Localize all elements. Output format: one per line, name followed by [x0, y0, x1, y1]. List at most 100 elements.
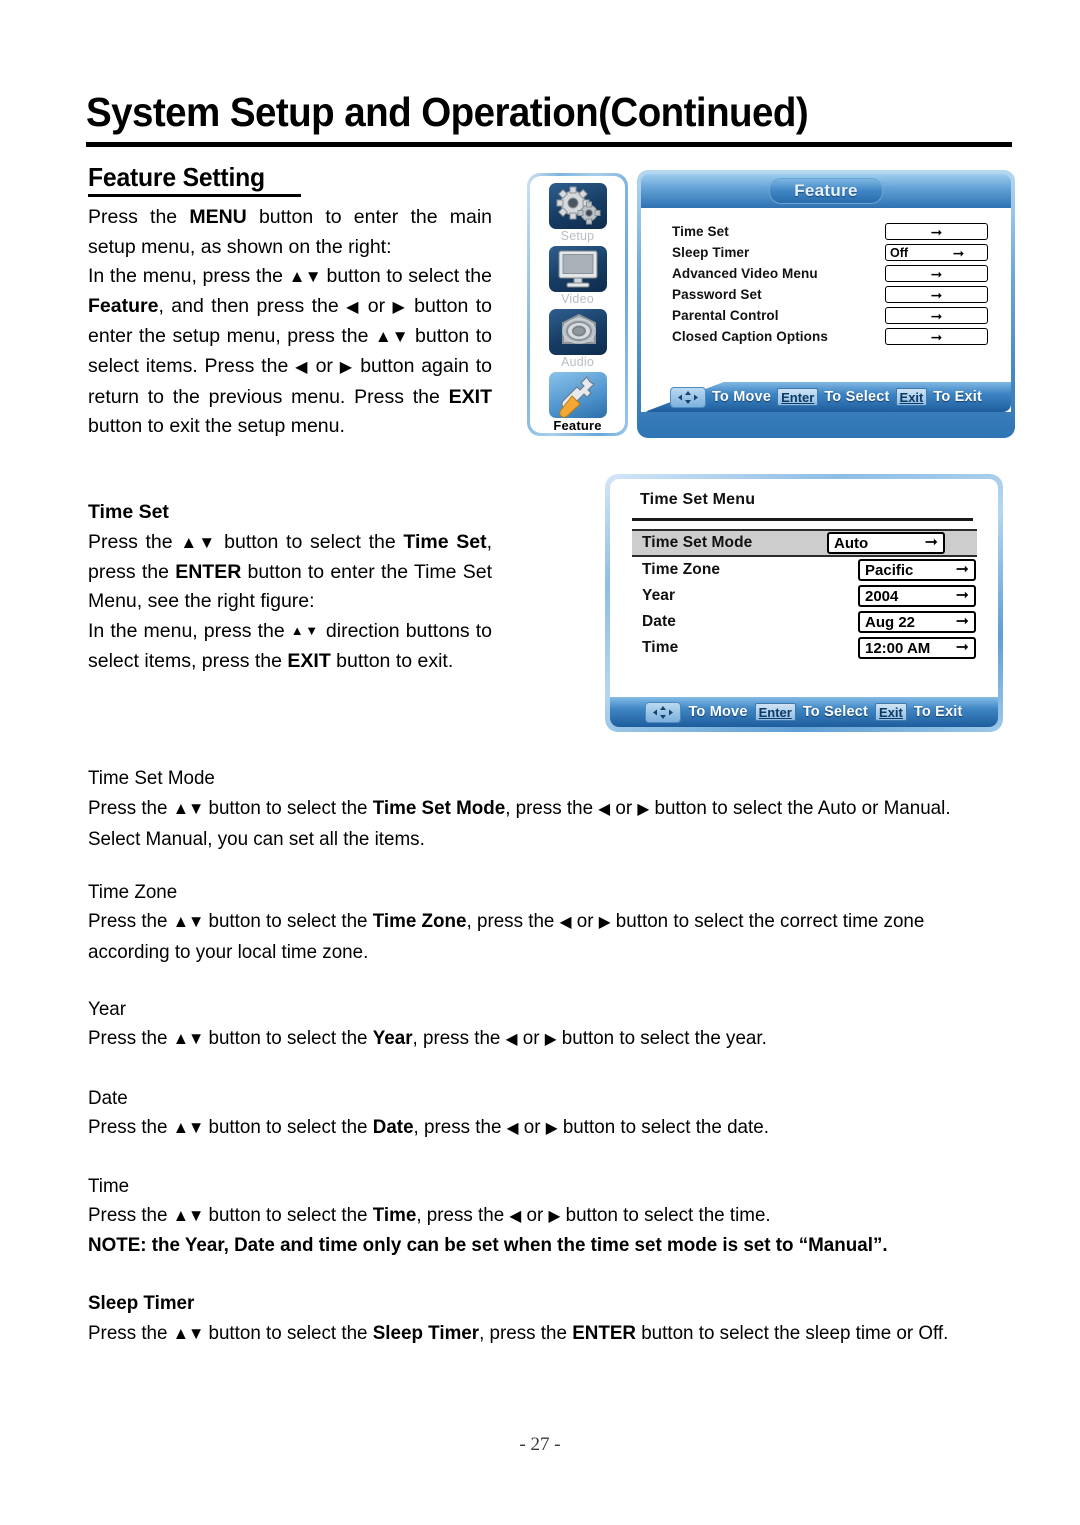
right-arrow-icon: ➞ [930, 265, 943, 282]
sidebar-item-audio[interactable]: Audio [547, 309, 609, 372]
sleep-timer-body: Press the ▲▼ button to select the Sleep … [88, 1322, 949, 1344]
subsection-heading-time-zone: Time Zone [88, 881, 178, 903]
osd-feature-title: Feature [769, 178, 883, 204]
osd-item-arrow-box[interactable]: ➞ [885, 223, 988, 240]
ts-item-label: Time Set Mode [642, 534, 753, 551]
note-text: NOTE: the Year, Date and time only can b… [88, 1234, 888, 1256]
sidebar-item-feature[interactable]: Feature [547, 372, 609, 435]
right-arrow-icon: ➞ [955, 639, 969, 656]
ts-item-label: Year [642, 587, 676, 604]
osd-item-arrow-box[interactable]: ➞ [885, 307, 988, 324]
footer-select-label: To Select [802, 704, 869, 720]
section-heading: Feature Setting [88, 162, 265, 192]
ts-item-label: Time [642, 639, 679, 656]
enter-key-badge[interactable]: Enter [754, 703, 796, 721]
dpad-icon [669, 386, 706, 408]
time-set-heading: Time Set [88, 501, 169, 523]
osd-feature-header: Feature [641, 174, 1011, 208]
right-arrow-icon: ➞ [930, 286, 943, 303]
ts-item-value-box[interactable]: 2004 ➞ [858, 585, 976, 607]
osd-time-set-panel: Time Set Menu Time Set Mode Auto ➞ Time … [610, 479, 998, 727]
ts-item-time-set-mode[interactable]: Time Set Mode Auto ➞ [632, 529, 977, 557]
footer-exit-label: To Exit [933, 389, 983, 405]
monitor-icon [548, 246, 607, 292]
ts-item-value-box[interactable]: 12:00 AM ➞ [858, 637, 976, 659]
subsection-body-time: Press the ▲▼ button to select the Time, … [88, 1204, 771, 1226]
sidebar-item-video[interactable]: Video [547, 246, 609, 309]
right-arrow-icon: ➞ [924, 534, 938, 551]
osd-time-set-list: Time Set Mode Auto ➞ Time Zone Pacific ➞… [610, 529, 998, 661]
right-arrow-icon: ➞ [930, 223, 943, 240]
subsection-body-time-set-mode: Press the ▲▼ button to select the Time S… [88, 797, 951, 850]
ts-item-time-zone[interactable]: Time Zone Pacific ➞ [610, 557, 998, 583]
title-underline [86, 142, 1012, 147]
subsection-body-year: Press the ▲▼ button to select the Year, … [88, 1027, 767, 1049]
osd-time-set-footer: To Move Enter To Select Exit To Exit [610, 697, 998, 727]
footer-select-label: To Select [824, 389, 890, 405]
ts-item-value-box[interactable]: Pacific ➞ [858, 559, 976, 581]
intro-line-2: In the menu, press the ▲▼ button to sele… [88, 265, 492, 438]
osd-time-set-title-rule [632, 518, 973, 521]
footer-move-label: To Move [688, 704, 748, 720]
osd-time-set-screenshot: Time Set Menu Time Set Mode Auto ➞ Time … [605, 474, 1003, 732]
intro-paragraph: Press the MENU button to enter the main … [88, 203, 492, 442]
sleep-timer-heading: Sleep Timer [88, 1292, 195, 1314]
osd-item-label: Time Set [672, 224, 729, 239]
page-number: - 27 - [519, 1434, 561, 1455]
osd-item-parental-control[interactable]: Parental Control ➞ [641, 305, 1011, 326]
osd-item-password-set[interactable]: Password Set ➞ [641, 284, 1011, 305]
enter-key-badge[interactable]: Enter [777, 388, 819, 406]
ts-item-value: 2004 [865, 587, 899, 605]
osd-time-set-title: Time Set Menu [640, 491, 756, 508]
osd-item-closed-caption-options[interactable]: Closed Caption Options ➞ [641, 326, 1011, 347]
osd-item-time-set[interactable]: Time Set ➞ [641, 221, 1011, 242]
osd-item-advanced-video-menu[interactable]: Advanced Video Menu ➞ [641, 263, 1011, 284]
osd-item-arrow-box[interactable]: ➞ [885, 286, 988, 303]
sidebar-label-audio: Audio [561, 355, 594, 369]
osd-item-label: Parental Control [672, 308, 779, 323]
ts-item-value: Auto [834, 534, 869, 552]
ts-item-value: 12:00 AM [865, 639, 931, 657]
osd-item-value-box[interactable]: Off ➞ [885, 244, 988, 261]
subsection-heading-time-set-mode: Time Set Mode [88, 767, 215, 789]
manual-page: System Setup and Operation(Continued) Fe… [0, 0, 1080, 1525]
right-arrow-icon: ➞ [955, 587, 969, 604]
ts-item-year[interactable]: Year 2004 ➞ [610, 583, 998, 609]
dpad-icon [645, 701, 682, 723]
ts-item-value-box[interactable]: Aug 22 ➞ [858, 611, 976, 633]
right-arrow-icon: ➞ [930, 328, 943, 345]
ts-item-label: Date [642, 613, 676, 630]
exit-key-badge[interactable]: Exit [895, 388, 928, 406]
sidebar-item-setup[interactable]: Setup [547, 183, 609, 246]
intro-line-1: Press the MENU button to enter the main … [88, 206, 493, 258]
subsection-heading-year: Year [88, 998, 127, 1020]
time-set-paragraph: Press the ▲▼ button to select the Time S… [88, 528, 492, 677]
section-heading-underline [88, 194, 301, 197]
subsection-body-date: Press the ▲▼ button to select the Date, … [88, 1116, 769, 1138]
ts-item-time[interactable]: Time 12:00 AM ➞ [610, 635, 998, 661]
osd-item-arrow-box[interactable]: ➞ [885, 265, 988, 282]
subsection-heading-date: Date [88, 1087, 128, 1109]
osd-item-value: Off [890, 245, 909, 260]
osd-item-label: Password Set [672, 287, 762, 302]
footer-move-label: To Move [711, 389, 772, 405]
exit-key-badge[interactable]: Exit [875, 703, 907, 721]
ts-item-date[interactable]: Date Aug 22 ➞ [610, 609, 998, 635]
osd-item-sleep-timer[interactable]: Sleep Timer Off ➞ [641, 242, 1011, 263]
osd-item-label: Advanced Video Menu [672, 266, 818, 281]
osd-feature-screenshot: Setup Video Audio Feature Feature Time S… [527, 170, 1015, 438]
sidebar-label-video: Video [561, 292, 594, 306]
wrench-icon [548, 372, 607, 418]
ts-item-label: Time Zone [642, 561, 721, 578]
sidebar-label-setup: Setup [560, 229, 595, 243]
osd-feature-panel: Feature Time Set ➞ Sleep Timer Off ➞ Adv… [637, 170, 1015, 438]
osd-item-arrow-box[interactable]: ➞ [885, 328, 988, 345]
ts-item-value-box[interactable]: Auto ➞ [827, 532, 945, 554]
gears-icon [548, 183, 607, 229]
ts-item-value: Pacific [865, 561, 914, 579]
speaker-icon [548, 309, 607, 355]
osd-feature-list: Time Set ➞ Sleep Timer Off ➞ Advanced Vi… [641, 208, 1011, 412]
right-arrow-icon: ➞ [955, 613, 969, 630]
page-title: System Setup and Operation(Continued) [86, 89, 809, 135]
footer-exit-label: To Exit [913, 704, 963, 720]
